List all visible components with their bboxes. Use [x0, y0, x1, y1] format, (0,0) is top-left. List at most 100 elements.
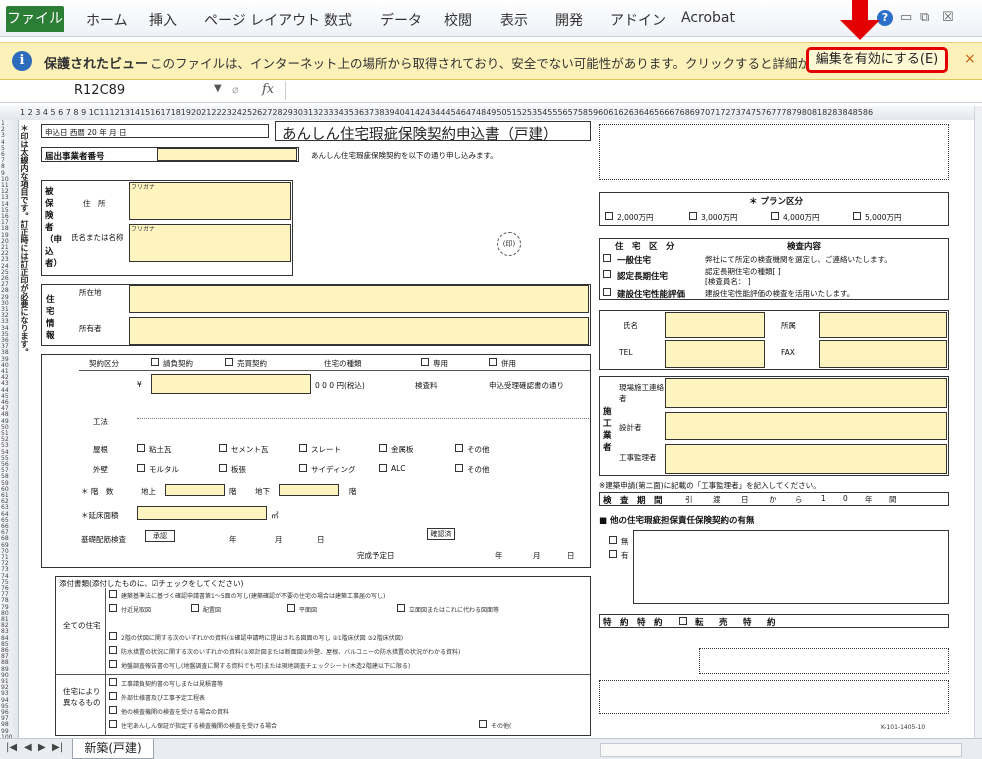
function-icon[interactable]: fx [262, 82, 274, 97]
contact-dept-label: 所属 [781, 321, 796, 330]
contact-name-input[interactable] [665, 312, 765, 338]
house-kind-label: 住宅の種類 [324, 359, 362, 368]
formula-input[interactable] [285, 81, 976, 100]
contract-checkbox-2[interactable] [225, 358, 233, 366]
special-checkbox[interactable] [679, 617, 687, 625]
doc-by-item-2: 外部仕様書及び工事予定工程表 [121, 695, 206, 702]
roof-checkbox-3[interactable] [299, 444, 307, 452]
doc-by-checkbox-3[interactable] [109, 706, 117, 714]
doc-by-checkbox-2[interactable] [109, 692, 117, 700]
plan-checkbox-3[interactable] [771, 212, 779, 220]
tab-view[interactable]: 表示 [500, 10, 528, 30]
cancel-icon[interactable]: ⌀ [232, 83, 239, 96]
amount-input[interactable] [151, 374, 311, 394]
premium-label: 検査料 [415, 381, 438, 390]
contact-tel-input[interactable] [665, 340, 765, 368]
house-kind-checkbox-1[interactable] [421, 358, 429, 366]
tab-review[interactable]: 校閲 [444, 10, 472, 30]
doc-by-item-3: 他の検査機関の検査を受ける場合の資料 [121, 709, 230, 716]
tab-data[interactable]: データ [380, 10, 422, 30]
inspect-msg-1: 弊社にて所定の検査機関を選定し、ご連絡いたします。 [705, 255, 892, 264]
plan-checkbox-4[interactable] [853, 212, 861, 220]
house-type-checkbox-1[interactable] [603, 254, 611, 262]
horizontal-scrollbar[interactable] [600, 743, 962, 757]
roof-checkbox-2[interactable] [219, 444, 227, 452]
tab-addins[interactable]: アドイン [610, 10, 666, 30]
doc-checkbox-3[interactable] [191, 604, 199, 612]
wall-checkbox-2[interactable] [219, 464, 227, 472]
builder-input-1[interactable] [665, 378, 947, 408]
doc-other-checkbox[interactable] [479, 720, 487, 728]
doc-checkbox-4[interactable] [287, 604, 295, 612]
office-number-input[interactable] [157, 148, 297, 161]
next-sheet-icon[interactable]: ▶ [38, 742, 46, 753]
enable-editing-button[interactable]: 編集を有効にする(E) [806, 47, 948, 73]
doc-checkbox-8[interactable] [109, 660, 117, 668]
contact-dept-input[interactable] [819, 312, 947, 338]
roof-checkbox-1[interactable] [137, 444, 145, 452]
area-label: ＊延床面積 [81, 511, 119, 520]
name-box[interactable]: R12C89 [60, 81, 254, 100]
contact-fax-input[interactable] [819, 340, 947, 368]
prev-sheet-icon[interactable]: ◀ [24, 742, 32, 753]
wall-checkbox-3[interactable] [299, 464, 307, 472]
roof-checkbox-5[interactable] [455, 444, 463, 452]
builder-input-2[interactable] [665, 412, 947, 440]
last-sheet-icon[interactable]: ▶| [52, 742, 63, 753]
plan-checkbox-1[interactable] [605, 212, 613, 220]
doc-checkbox-6[interactable] [109, 632, 117, 640]
house-type-checkbox-2[interactable] [603, 270, 611, 278]
owner-input[interactable] [129, 317, 589, 345]
first-sheet-icon[interactable]: |◀ [6, 742, 17, 753]
column-headers: 1 2 3 4 5 6 7 8 9 1C11121314151617181920… [0, 106, 982, 121]
doc-item-7: 防水措置の状況に関する次のいずれかの資料(①矩計図または断面図②外壁、屋根、バル… [121, 649, 461, 656]
tab-formulas[interactable]: 数式 [324, 10, 352, 30]
floors-above-input[interactable] [165, 484, 225, 496]
roof-option-1: 粘土瓦 [149, 445, 172, 454]
doc-item-1: 建築基準法に基づく確認申請書第1〜5面の写し(建築確認が不要の住宅の場合は建築工… [121, 593, 386, 600]
by-house-label: 住宅により異なるもの [63, 687, 101, 707]
doc-by-checkbox-4[interactable] [109, 720, 117, 728]
inspect-msg-4: 建設住宅性能評価の検査を活用いたします。 [705, 289, 855, 298]
contract-checkbox-1[interactable] [151, 358, 159, 366]
worksheet[interactable]: ＊印は太線内な項目です。訂正時には訂正印が必要になります。 申込日 西暦 20 … [19, 120, 974, 738]
tab-developer[interactable]: 開発 [555, 10, 583, 30]
delivery-value-4: か [769, 495, 777, 504]
other-no-checkbox[interactable] [609, 536, 617, 544]
permit-note: ※建築申請(第二面)に記載の「工事監理者」を記入してください。 [599, 481, 821, 490]
doc-by-item-4: 住宅あんしん保証が指定する検査機関の検査を受ける場合 [121, 723, 278, 730]
wall-checkbox-1[interactable] [137, 464, 145, 472]
close-window-icon[interactable]: ☒ [942, 10, 954, 25]
close-bar-icon[interactable]: × [964, 51, 976, 67]
floors-below-input[interactable] [279, 484, 339, 496]
wall-checkbox-4[interactable] [379, 464, 387, 472]
doc-checkbox-1[interactable] [109, 590, 117, 598]
plan-checkbox-2[interactable] [689, 212, 697, 220]
house-type-checkbox-3[interactable] [603, 288, 611, 296]
tab-file[interactable]: ファイル [6, 6, 64, 32]
doc-by-checkbox-1[interactable] [109, 678, 117, 686]
tab-insert[interactable]: 挿入 [149, 10, 177, 30]
area-input[interactable] [137, 506, 267, 520]
furigana-label: フリガナ [131, 184, 156, 191]
doc-checkbox-7[interactable] [109, 646, 117, 654]
location-input[interactable] [129, 285, 589, 313]
builder-input-3[interactable] [665, 444, 947, 474]
sheet-tab-shinchiku[interactable]: 新築(戸建) [72, 739, 154, 759]
tab-page-layout[interactable]: ページ レイアウト [204, 10, 320, 30]
house-kind-checkbox-2[interactable] [489, 358, 497, 366]
other-yes-checkbox[interactable] [609, 550, 617, 558]
wall-option-3: サイディング [311, 465, 356, 474]
doc-checkbox-2[interactable] [109, 604, 117, 612]
doc-checkbox-5[interactable] [397, 604, 405, 612]
restore-icon[interactable]: ⧉ [920, 10, 929, 25]
vertical-scrollbar[interactable] [974, 106, 982, 738]
wall-checkbox-5[interactable] [455, 464, 463, 472]
protected-view-message[interactable]: このファイルは、インターネット上の場所から取得されており、安全でない可能性があり… [150, 53, 896, 72]
roof-checkbox-4[interactable] [379, 444, 387, 452]
chevron-down-icon[interactable]: ▼ [214, 83, 222, 94]
minimize-icon[interactable]: ▭ [900, 10, 912, 25]
tab-acrobat[interactable]: Acrobat [681, 10, 735, 26]
doc-item-2: 付近見取図 [121, 607, 152, 614]
tab-home[interactable]: ホーム [86, 10, 128, 30]
